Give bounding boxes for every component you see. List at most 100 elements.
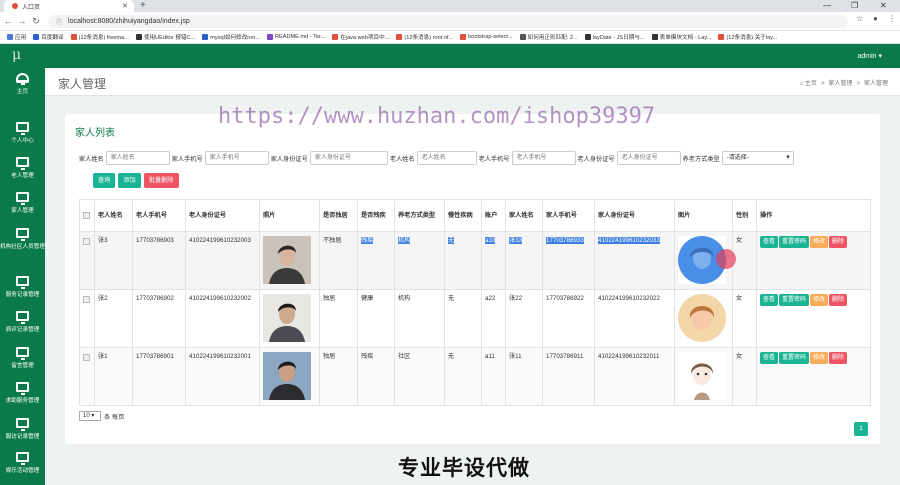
select-all-checkbox[interactable] <box>83 211 90 219</box>
back-icon[interactable]: ← <box>2 16 14 26</box>
breadcrumb-separator: > <box>820 81 825 87</box>
bookmark-favicon-icon <box>332 34 339 40</box>
bookmark-item[interactable]: 表单模块文档 - Lay... <box>651 33 711 41</box>
reset-password-button[interactable]: 重置密码 <box>779 294 810 306</box>
elder-phone-cell: 17703786902 <box>132 289 186 348</box>
sidebar-item[interactable]: 机构社区人员管理 <box>0 228 45 251</box>
care-type-cell: 机构 <box>394 289 445 348</box>
cell-text: 张11 <box>509 353 522 360</box>
view-button[interactable]: 查看 <box>760 236 779 248</box>
restore-icon[interactable]: ❐ <box>851 0 858 12</box>
column-header: 养老方式类型 <box>394 199 445 232</box>
filter-input[interactable] <box>309 151 388 165</box>
delete-button[interactable]: 删除 <box>829 294 848 306</box>
user-menu[interactable]: admin ▾ <box>857 52 882 60</box>
tab-close-icon[interactable]: ✕ <box>122 2 128 10</box>
bookmark-item[interactable]: 如何用正则匹配: 2... <box>519 33 578 41</box>
sidebar-item[interactable]: 服访记录管理 <box>0 418 45 441</box>
star-icon[interactable]: ☆ <box>856 14 863 23</box>
bookmark-favicon-icon <box>33 34 40 40</box>
bookmark-item[interactable]: 使用UEditor 报错C... <box>135 33 195 41</box>
actions-cell: 查看 重置密码 修改 删除 <box>756 289 871 348</box>
delete-button[interactable]: 删除 <box>829 352 848 364</box>
lives-alone-cell: 独居 <box>319 289 358 348</box>
menu-dots-icon[interactable]: ⋮ <box>888 14 896 23</box>
window-close-icon[interactable]: ✕ <box>880 0 887 12</box>
table-row[interactable]: 张2 17703786902 410224199610232002 独居 健康 机构 无 a2… <box>79 289 871 348</box>
column-header: 慢性疾病 <box>444 199 482 232</box>
page-size-select[interactable]: 10 ▾ <box>79 411 101 421</box>
bookmark-item[interactable]: (12条消息) root of... <box>396 33 453 41</box>
sidebar-item[interactable]: 留言管理 <box>0 347 45 370</box>
sidebar-item-label: 服访记录管理 <box>5 434 40 440</box>
elder-photo-cell <box>259 347 320 406</box>
sidebar-item[interactable]: 娱乐活动管理 <box>0 452 45 475</box>
elder-photo <box>263 236 311 284</box>
cell-text: 残疾 <box>361 237 374 244</box>
bookmark-item[interactable]: (12条消息) 关于lay... <box>718 33 777 41</box>
sidebar-item[interactable]: 老人管理 <box>0 157 45 180</box>
care-type-select[interactable]: -请选择- <box>721 151 794 165</box>
column-header: 图片 <box>674 199 733 232</box>
row-actions: 查看 重置密码 修改 删除 <box>760 294 867 308</box>
row-select-cell <box>79 289 95 348</box>
bookmark-item[interactable]: README.md - Ter... <box>266 34 325 40</box>
url-watermark: https://www.huzhan.com/ishop39397 <box>218 104 656 129</box>
reset-password-button[interactable]: 重置密码 <box>779 236 810 248</box>
breadcrumb-item[interactable]: ⌂ 主页 <box>800 81 817 87</box>
filter-input[interactable] <box>416 151 477 165</box>
edit-button[interactable]: 修改 <box>810 236 829 248</box>
bookmark-item[interactable]: (12条消息) freema... <box>70 33 129 41</box>
cell-text: 无 <box>448 237 455 244</box>
search-button[interactable]: 查询 <box>93 173 116 188</box>
breadcrumb-item[interactable]: 家人管理 <box>864 81 888 87</box>
minimize-icon[interactable]: — <box>823 0 831 12</box>
add-button[interactable]: 添加 <box>118 173 141 188</box>
profile-icon[interactable]: ● <box>873 14 878 23</box>
monitor-icon <box>16 347 29 360</box>
bookmark-item[interactable]: bootstrap-select... <box>460 34 513 40</box>
filter-input[interactable] <box>511 151 576 165</box>
pointer-highlight <box>716 249 736 269</box>
bookmark-item[interactable]: 应用 <box>7 33 26 41</box>
table-row[interactable]: 张1 17703786901 410224199610232001 独居 残疾 社区 无 a1… <box>79 347 871 406</box>
info-icon[interactable]: ⓘ <box>56 17 62 26</box>
breadcrumb-item[interactable]: 家人管理 <box>828 81 852 87</box>
sidebar-item[interactable]: 服务记录管理 <box>0 276 45 299</box>
browser-tab[interactable]: 入口页 ✕ <box>4 0 134 12</box>
delete-button[interactable]: 删除 <box>829 236 848 248</box>
sidebar-item[interactable]: 个人中心 <box>0 122 45 145</box>
sidebar-item[interactable]: 家人管理 <box>0 192 45 215</box>
pager: 10 ▾ 条 每页 <box>79 411 124 421</box>
bookmark-item[interactable]: 在java web项目中... <box>332 33 389 41</box>
bookmark-item[interactable]: layDate - JS日期与... <box>584 33 645 41</box>
table-row[interactable]: 张3 17703786903 410224199610232003 不独居 残疾 机构 无 a… <box>79 231 871 290</box>
filter-input[interactable] <box>204 151 269 165</box>
view-button[interactable]: 查看 <box>760 294 779 306</box>
row-checkbox[interactable] <box>83 296 90 303</box>
bookmark-item[interactable]: mysql如何修改roo... <box>202 33 260 41</box>
reset-password-button[interactable]: 重置密码 <box>779 352 810 364</box>
bookmark-item[interactable]: 百度翻译 <box>33 33 64 41</box>
filter-input[interactable] <box>616 151 681 165</box>
view-button[interactable]: 查看 <box>760 352 779 364</box>
sidebar-item[interactable]: 病评记录管理 <box>0 311 45 334</box>
cell-text: 17703786922 <box>546 295 584 302</box>
filter-input[interactable] <box>105 151 170 165</box>
new-tab-icon[interactable]: + <box>140 0 146 12</box>
edit-button[interactable]: 修改 <box>810 352 829 364</box>
edit-button[interactable]: 修改 <box>810 294 829 306</box>
sidebar-item-label: 家人管理 <box>11 208 34 214</box>
sidebar-item[interactable]: 求助服务管理 <box>0 382 45 405</box>
batch-delete-button[interactable]: 批量删除 <box>143 173 179 188</box>
row-checkbox[interactable] <box>83 238 90 245</box>
url-input[interactable]: ⓘ localhost:8080/zhihuiyangdao/index.jsp <box>48 15 848 28</box>
page-button-current[interactable]: 1 <box>854 422 868 436</box>
column-header: 老人手机号 <box>132 199 186 232</box>
row-checkbox[interactable] <box>83 354 90 361</box>
forward-icon[interactable]: → <box>16 16 28 26</box>
row-actions: 查看 重置密码 修改 删除 <box>760 352 867 366</box>
reload-icon[interactable]: ↻ <box>30 16 42 27</box>
family-name-cell: 张22 <box>505 289 543 348</box>
sidebar-item[interactable]: 主页 <box>0 73 45 96</box>
